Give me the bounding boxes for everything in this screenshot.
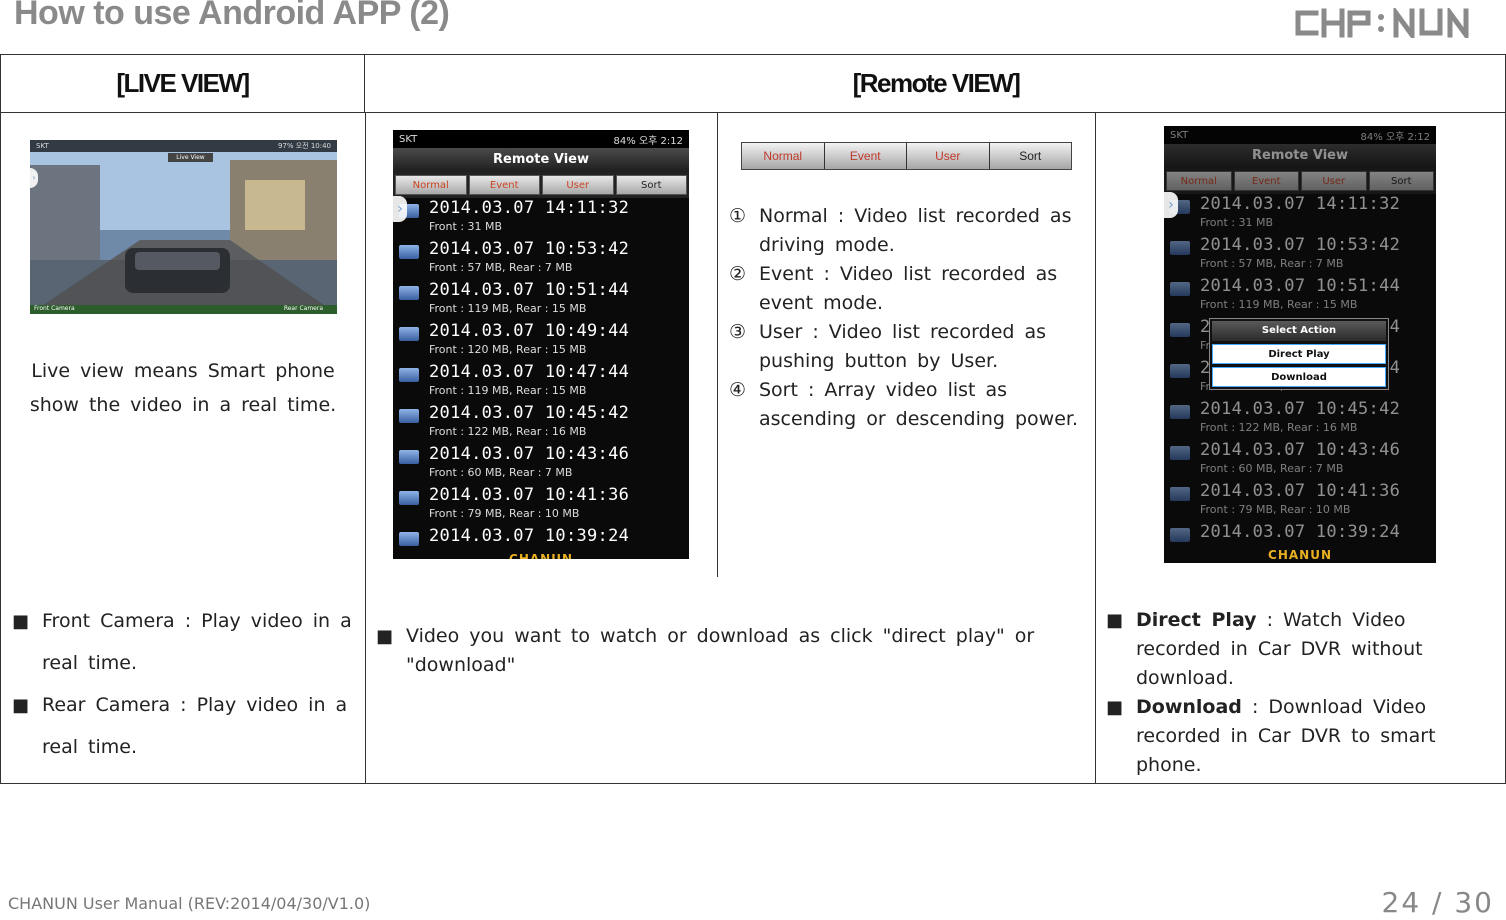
dashcam-scene xyxy=(30,140,337,314)
record-list: 2014.03.07 14:11:32 Front : 31 MB 2014.03… xyxy=(393,198,689,552)
legend-item-normal: ① Normal : Video list recorded as driving… xyxy=(729,205,1072,256)
camera-icon xyxy=(399,450,419,464)
list-item[interactable]: 2014.03.07 14:11:32 Front : 31 MB xyxy=(393,198,689,239)
camera-icon xyxy=(1170,282,1190,296)
live-view-title: Live View xyxy=(168,153,213,162)
column-divider xyxy=(1095,113,1096,784)
tab-user[interactable]: User xyxy=(542,175,614,195)
footer-manual-revision: CHANUN User Manual (REV:2014/04/30/V1.0) xyxy=(8,894,371,913)
list-item[interactable]: 2014.03.07 10:43:46 Front : 60 MB, Rear :… xyxy=(393,444,689,485)
list-item[interactable]: 2014.03.07 10:53:42 Front : 57 MB, Rear :… xyxy=(393,239,689,280)
live-view-screenshot: SKT 97% 오전 10:40 Live View Front Camera … xyxy=(30,140,337,314)
list-item[interactable]: 2014.03.07 10:39:24 xyxy=(393,526,689,552)
remote-view-screenshot: SKT 84% 오후 2:12 Remote View Normal Event… xyxy=(393,130,689,559)
legend-tab-normal: Normal xyxy=(742,143,824,169)
status-carrier: SKT xyxy=(36,142,49,150)
legend-item-sort: ④ Sort : Array video list as ascending or… xyxy=(729,379,1079,430)
footer-page-number: 24 / 30 xyxy=(1381,886,1494,919)
camera-icon xyxy=(1170,528,1190,542)
list-item[interactable]: 2014.03.07 10:53:42 Front : 57 MB, Rear :… xyxy=(1164,235,1436,276)
camera-icon xyxy=(1170,364,1190,378)
column-divider xyxy=(365,113,366,784)
remote-view-bullet: Video you want to watch or download as c… xyxy=(376,622,1076,680)
tab-normal[interactable]: Normal xyxy=(395,175,467,195)
screen-brand: CHANUN xyxy=(509,552,573,559)
action-bullets: Direct Play : Watch Video recorded in Ca… xyxy=(1106,606,1498,780)
dialog-title: Select Action xyxy=(1212,321,1386,341)
camera-icon xyxy=(1170,323,1190,337)
tab-legend-list: ① Normal : Video list recorded as driving… xyxy=(729,202,1087,434)
legend-item-user: ③ User : Video list recorded as pushing b… xyxy=(729,321,1047,372)
camera-icon xyxy=(1170,487,1190,501)
front-camera-label[interactable]: Front Camera xyxy=(34,305,75,312)
list-item[interactable]: 2014.03.07 10:51:44 Front : 119 MB, Rear … xyxy=(1164,276,1436,317)
camera-icon xyxy=(399,491,419,505)
bullet-direct-play: Direct Play : Watch Video recorded in Ca… xyxy=(1106,606,1498,693)
camera-icon xyxy=(399,327,419,341)
camera-icon xyxy=(399,409,419,423)
status-carrier: SKT xyxy=(399,133,418,145)
remote-view-header: [Remote VIEW] xyxy=(365,55,1506,113)
list-item[interactable]: 2014.03.07 10:41:36 Front : 79 MB, Rear :… xyxy=(393,485,689,526)
remote-tab-row: Normal Event User Sort xyxy=(393,172,689,198)
remote-tab-row: Normal Event User Sort xyxy=(1164,168,1436,194)
screen-brand: CHANUN xyxy=(1268,548,1332,562)
column-divider xyxy=(717,113,718,577)
bullet-download: Download : Download Video recorded in Ca… xyxy=(1106,693,1498,780)
list-item[interactable]: 2014.03.07 10:43:46 Front : 60 MB, Rear :… xyxy=(1164,440,1436,481)
remote-view-title: Remote View xyxy=(393,148,689,172)
list-item[interactable]: 2014.03.07 10:45:42 Front : 122 MB, Rear … xyxy=(1164,399,1436,440)
page-title: How to use Android APP (2) xyxy=(14,0,450,32)
live-view-description: Live view means Smart phone show the vid… xyxy=(29,360,337,416)
chevron-right-icon[interactable]: › xyxy=(393,196,407,222)
list-item[interactable]: 2014.03.07 10:45:42 Front : 122 MB, Rear … xyxy=(393,403,689,444)
chanun-logo xyxy=(1295,8,1469,38)
download-button[interactable]: Download xyxy=(1212,367,1386,387)
legend-tab-user: User xyxy=(907,143,989,169)
camera-icon xyxy=(1170,446,1190,460)
camera-icon xyxy=(1170,405,1190,419)
list-item[interactable]: 2014.03.07 10:41:36 Front : 79 MB, Rear :… xyxy=(1164,481,1436,522)
tab-event[interactable]: Event xyxy=(1233,171,1299,191)
list-item[interactable]: 2014.03.07 10:47:44Front : 119 MB, Rear … xyxy=(393,362,689,403)
camera-icon xyxy=(399,245,419,259)
legend-item-event: ② Event : Video list recorded as event mo… xyxy=(729,263,1058,314)
direct-play-button[interactable]: Direct Play xyxy=(1212,344,1386,364)
list-item[interactable]: 2014.03.07 10:51:44 Front : 119 MB, Rear … xyxy=(393,280,689,321)
status-time: 97% 오전 10:40 xyxy=(277,142,331,150)
remote-view-title: Remote View xyxy=(1164,144,1436,168)
select-action-dialog: Select Action Direct Play Download xyxy=(1209,318,1389,390)
tab-legend-strip: Normal Event User Sort xyxy=(741,142,1072,170)
tab-sort[interactable]: Sort xyxy=(615,175,687,195)
status-time: 84% 오후 2:12 xyxy=(1360,131,1430,143)
chevron-right-icon[interactable]: › xyxy=(1164,192,1178,218)
camera-icon xyxy=(399,286,419,300)
tab-normal[interactable]: Normal xyxy=(1166,171,1232,191)
status-time: 84% 오후 2:12 xyxy=(613,135,683,147)
tab-event[interactable]: Event xyxy=(468,175,540,195)
tab-sort[interactable]: Sort xyxy=(1368,171,1434,191)
list-item[interactable]: 2014.03.07 14:11:32 Front : 31 MB xyxy=(1164,194,1436,235)
legend-tab-event: Event xyxy=(824,143,906,169)
camera-icon xyxy=(399,368,419,382)
live-view-bullets: Front Camera : Play video in a real time… xyxy=(12,600,354,768)
camera-icon xyxy=(1170,241,1190,255)
legend-tab-sort: Sort xyxy=(989,143,1071,169)
camera-icon xyxy=(399,532,419,546)
bullet-rear-camera: Rear Camera : Play video in a real time. xyxy=(12,684,354,768)
rear-camera-label[interactable]: Rear Camera xyxy=(284,305,323,312)
select-action-screenshot: SKT 84% 오후 2:12 Remote View Normal Event… xyxy=(1164,126,1436,563)
bullet-front-camera: Front Camera : Play video in a real time… xyxy=(12,600,354,684)
status-carrier: SKT xyxy=(1170,129,1189,141)
live-view-header: [LIVE VIEW] xyxy=(1,55,365,113)
list-item[interactable]: 2014.03.07 10:49:44Front : 120 MB, Rear … xyxy=(393,321,689,362)
tab-user[interactable]: User xyxy=(1301,171,1367,191)
list-item[interactable]: 2014.03.07 10:39:24 xyxy=(1164,522,1436,548)
